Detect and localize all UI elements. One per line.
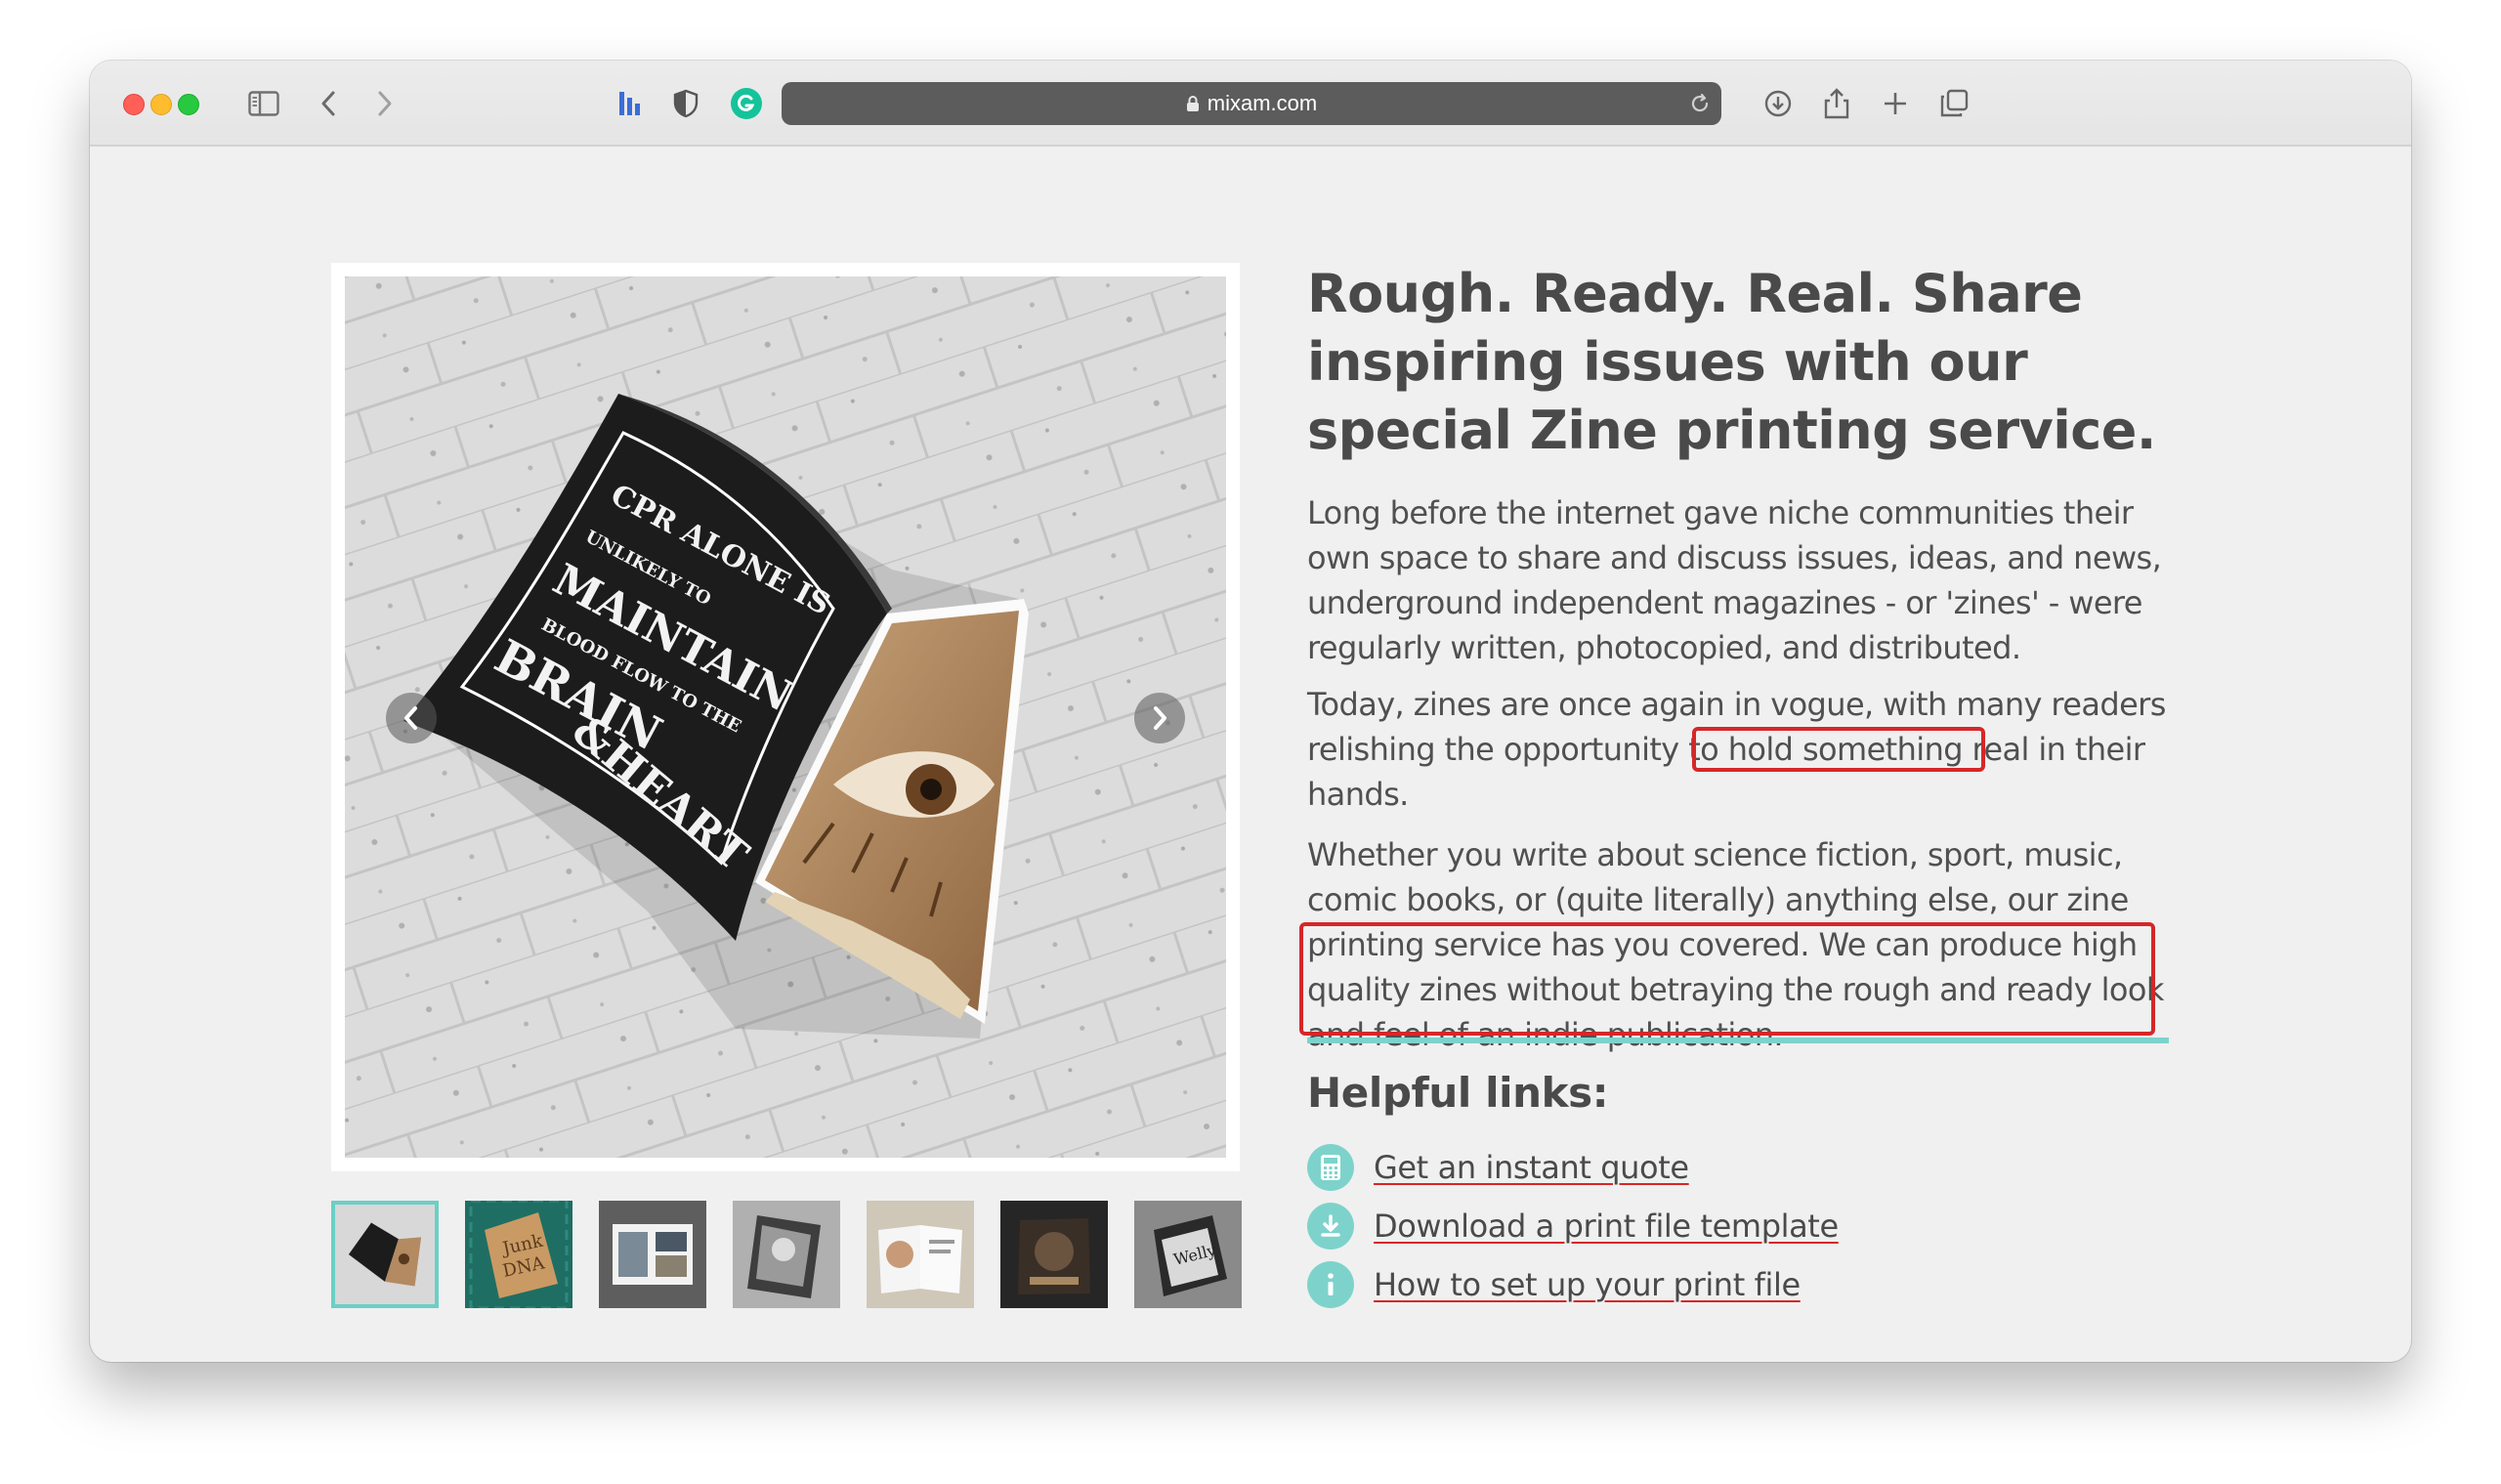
- downloads-icon[interactable]: [1757, 82, 1800, 125]
- zine-product-photo: CPR ALONE IS UNLIKELY TO MAINTAIN BLOOD …: [345, 276, 1226, 1158]
- carousel-next-button[interactable]: [1134, 693, 1185, 743]
- share-icon[interactable]: [1815, 82, 1858, 125]
- thumbnail-6[interactable]: [1000, 1201, 1108, 1308]
- grammarly-icon[interactable]: [725, 82, 768, 125]
- sidebar-toggle-icon[interactable]: [242, 82, 285, 125]
- thumbnail-strip: Junk DNA Welly: [331, 1201, 1242, 1308]
- carousel-prev-button[interactable]: [386, 693, 437, 743]
- browser-toolbar: mixam.com: [90, 61, 2411, 147]
- privacy-shield-icon[interactable]: [664, 82, 707, 125]
- page-title: Rough. Ready. Real. Share inspiring issu…: [1307, 263, 2156, 461]
- thumbnail-7[interactable]: Welly: [1134, 1201, 1242, 1308]
- highlight-box-quality-sentence: [1299, 922, 2155, 1036]
- helpful-links-title: Helpful links:: [1307, 1069, 1609, 1117]
- minimize-window-button[interactable]: [150, 94, 172, 115]
- page-content: CPR ALONE IS UNLIKELY TO MAINTAIN BLOOD …: [90, 147, 2411, 1362]
- close-window-button[interactable]: [123, 94, 145, 115]
- reload-icon[interactable]: [1688, 92, 1712, 115]
- lock-icon: [1186, 96, 1199, 111]
- address-bar[interactable]: mixam.com: [782, 82, 1721, 125]
- forward-icon[interactable]: [363, 82, 406, 125]
- intro-paragraph: Long before the internet gave niche comm…: [1307, 494, 2162, 666]
- link-download-template[interactable]: Download a print file template: [1307, 1202, 1839, 1251]
- product-image-frame: CPR ALONE IS UNLIKELY TO MAINTAIN BLOOD …: [331, 263, 1240, 1171]
- thumbnail-2[interactable]: Junk DNA: [465, 1201, 572, 1308]
- link-label[interactable]: Download a print file template: [1374, 1208, 1839, 1245]
- extension-bars-icon[interactable]: [608, 82, 651, 125]
- url-text: mixam.com: [1207, 91, 1318, 115]
- new-tab-icon[interactable]: [1874, 82, 1917, 125]
- thumbnail-1[interactable]: [331, 1201, 439, 1308]
- thumbnail-5[interactable]: [867, 1201, 974, 1308]
- link-label[interactable]: How to set up your print file: [1374, 1266, 1801, 1303]
- zoom-window-button[interactable]: [178, 94, 199, 115]
- link-setup-print-file[interactable]: How to set up your print file: [1307, 1260, 1801, 1309]
- section-divider: [1307, 1038, 2169, 1043]
- back-icon[interactable]: [307, 82, 350, 125]
- tab-overview-icon[interactable]: [1932, 82, 1975, 125]
- thumbnail-3[interactable]: [599, 1201, 706, 1308]
- download-icon: [1307, 1203, 1354, 1250]
- link-instant-quote[interactable]: Get an instant quote: [1307, 1143, 1689, 1192]
- highlight-box-hold-something-real: [1692, 727, 1985, 772]
- thumbnail-4[interactable]: [733, 1201, 840, 1308]
- calculator-icon: [1307, 1144, 1354, 1191]
- link-label[interactable]: Get an instant quote: [1374, 1149, 1689, 1186]
- browser-window: mixam.com CPR ALONE IS UNLIKELY TO MAINT…: [90, 61, 2411, 1362]
- info-icon: [1307, 1261, 1354, 1308]
